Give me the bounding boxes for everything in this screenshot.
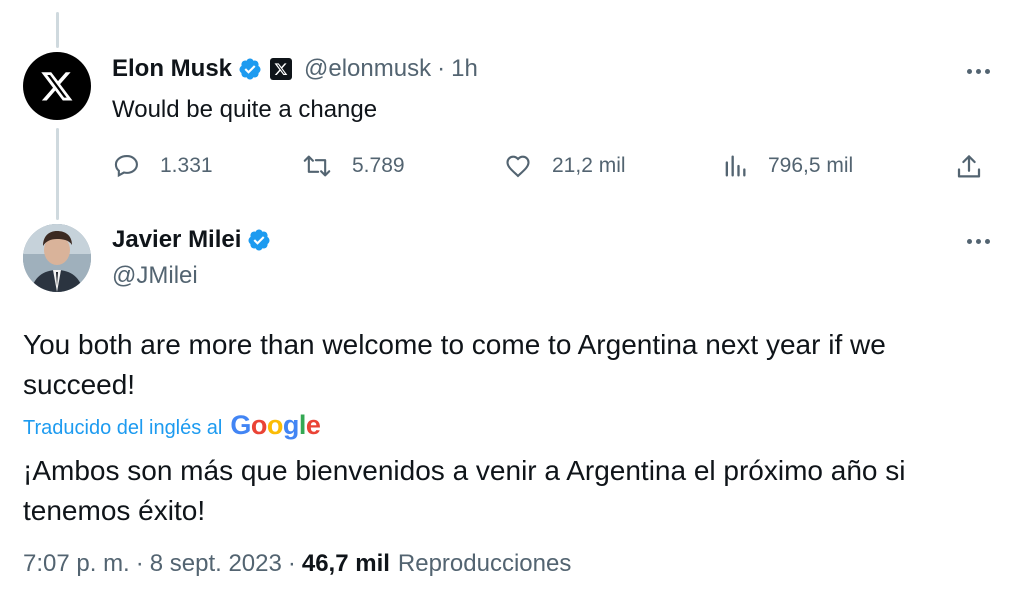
repost-count: 5.789 <box>352 154 405 177</box>
reply-count: 1.331 <box>160 154 213 177</box>
tweet1-text: Would be quite a change <box>112 96 378 123</box>
share-button[interactable] <box>954 152 984 182</box>
x-affiliate-badge-icon <box>270 58 293 80</box>
tweet2-text: You both are more than welcome to come t… <box>23 329 886 400</box>
translated-label[interactable]: Traducido del inglés al <box>23 417 222 440</box>
tweet1-header: Elon Musk @elonmusk · 1h <box>112 55 478 83</box>
repost-button[interactable]: 5.789 <box>300 152 405 180</box>
verified-badge-icon <box>238 57 262 81</box>
more-options-button[interactable] <box>967 69 990 74</box>
tweet-time[interactable]: 7:07 p. m. <box>23 550 130 578</box>
views-count: 796,5 mil <box>768 154 854 177</box>
author-name[interactable]: Javier Milei <box>112 226 241 254</box>
like-button[interactable]: 21,2 mil <box>502 152 626 180</box>
more-dot <box>976 69 981 74</box>
tweet1-actions: 1.331 5.789 21,2 mil 796,5 mil <box>112 150 992 184</box>
author-handle[interactable]: @JMilei <box>112 262 198 290</box>
tweet-time[interactable]: 1h <box>451 55 478 83</box>
views-count: 46,7 mil <box>301 550 390 577</box>
reply-icon <box>114 155 138 178</box>
author-handle[interactable]: @elonmusk <box>304 55 431 83</box>
tweet2-header: Javier Milei <box>112 226 271 254</box>
separator-dot: · <box>287 550 296 577</box>
repost-icon <box>303 155 331 177</box>
separator-dot: · <box>437 55 446 82</box>
more-dot <box>967 239 972 244</box>
thread-line-connector <box>56 128 59 220</box>
heart-icon <box>506 155 530 178</box>
tweet2-meta: 7:07 p. m. · 8 sept. 2023 · 46,7 mil Rep… <box>23 550 571 578</box>
profile-photo-icon <box>23 224 91 292</box>
tweet2-handle-row: @JMilei <box>112 262 198 290</box>
reply-button[interactable]: 1.331 <box>112 152 213 180</box>
thread-line-top <box>56 12 59 48</box>
share-icon <box>957 155 981 178</box>
more-dot <box>985 239 990 244</box>
tweet2-translation: ¡Ambos son más que bienvenidos a venir a… <box>23 455 906 526</box>
separator-dot: · <box>135 550 144 577</box>
more-dot <box>985 69 990 74</box>
verified-badge-icon <box>247 228 271 252</box>
like-count: 21,2 mil <box>552 154 626 177</box>
tweet-date[interactable]: 8 sept. 2023 <box>150 550 282 578</box>
more-options-button[interactable] <box>967 239 990 244</box>
more-dot <box>967 69 972 74</box>
x-logo-icon <box>41 72 73 101</box>
avatar-milei[interactable] <box>23 224 91 292</box>
avatar-elon[interactable] <box>23 52 91 120</box>
translation-attribution[interactable]: Traducido del inglés al Google <box>23 410 321 440</box>
more-dot <box>976 239 981 244</box>
author-name[interactable]: Elon Musk <box>112 55 232 83</box>
views-chart-icon <box>725 155 746 177</box>
google-logo: Google <box>230 410 321 440</box>
views-button[interactable]: 796,5 mil <box>720 152 853 180</box>
views-label: Reproducciones <box>397 550 572 577</box>
